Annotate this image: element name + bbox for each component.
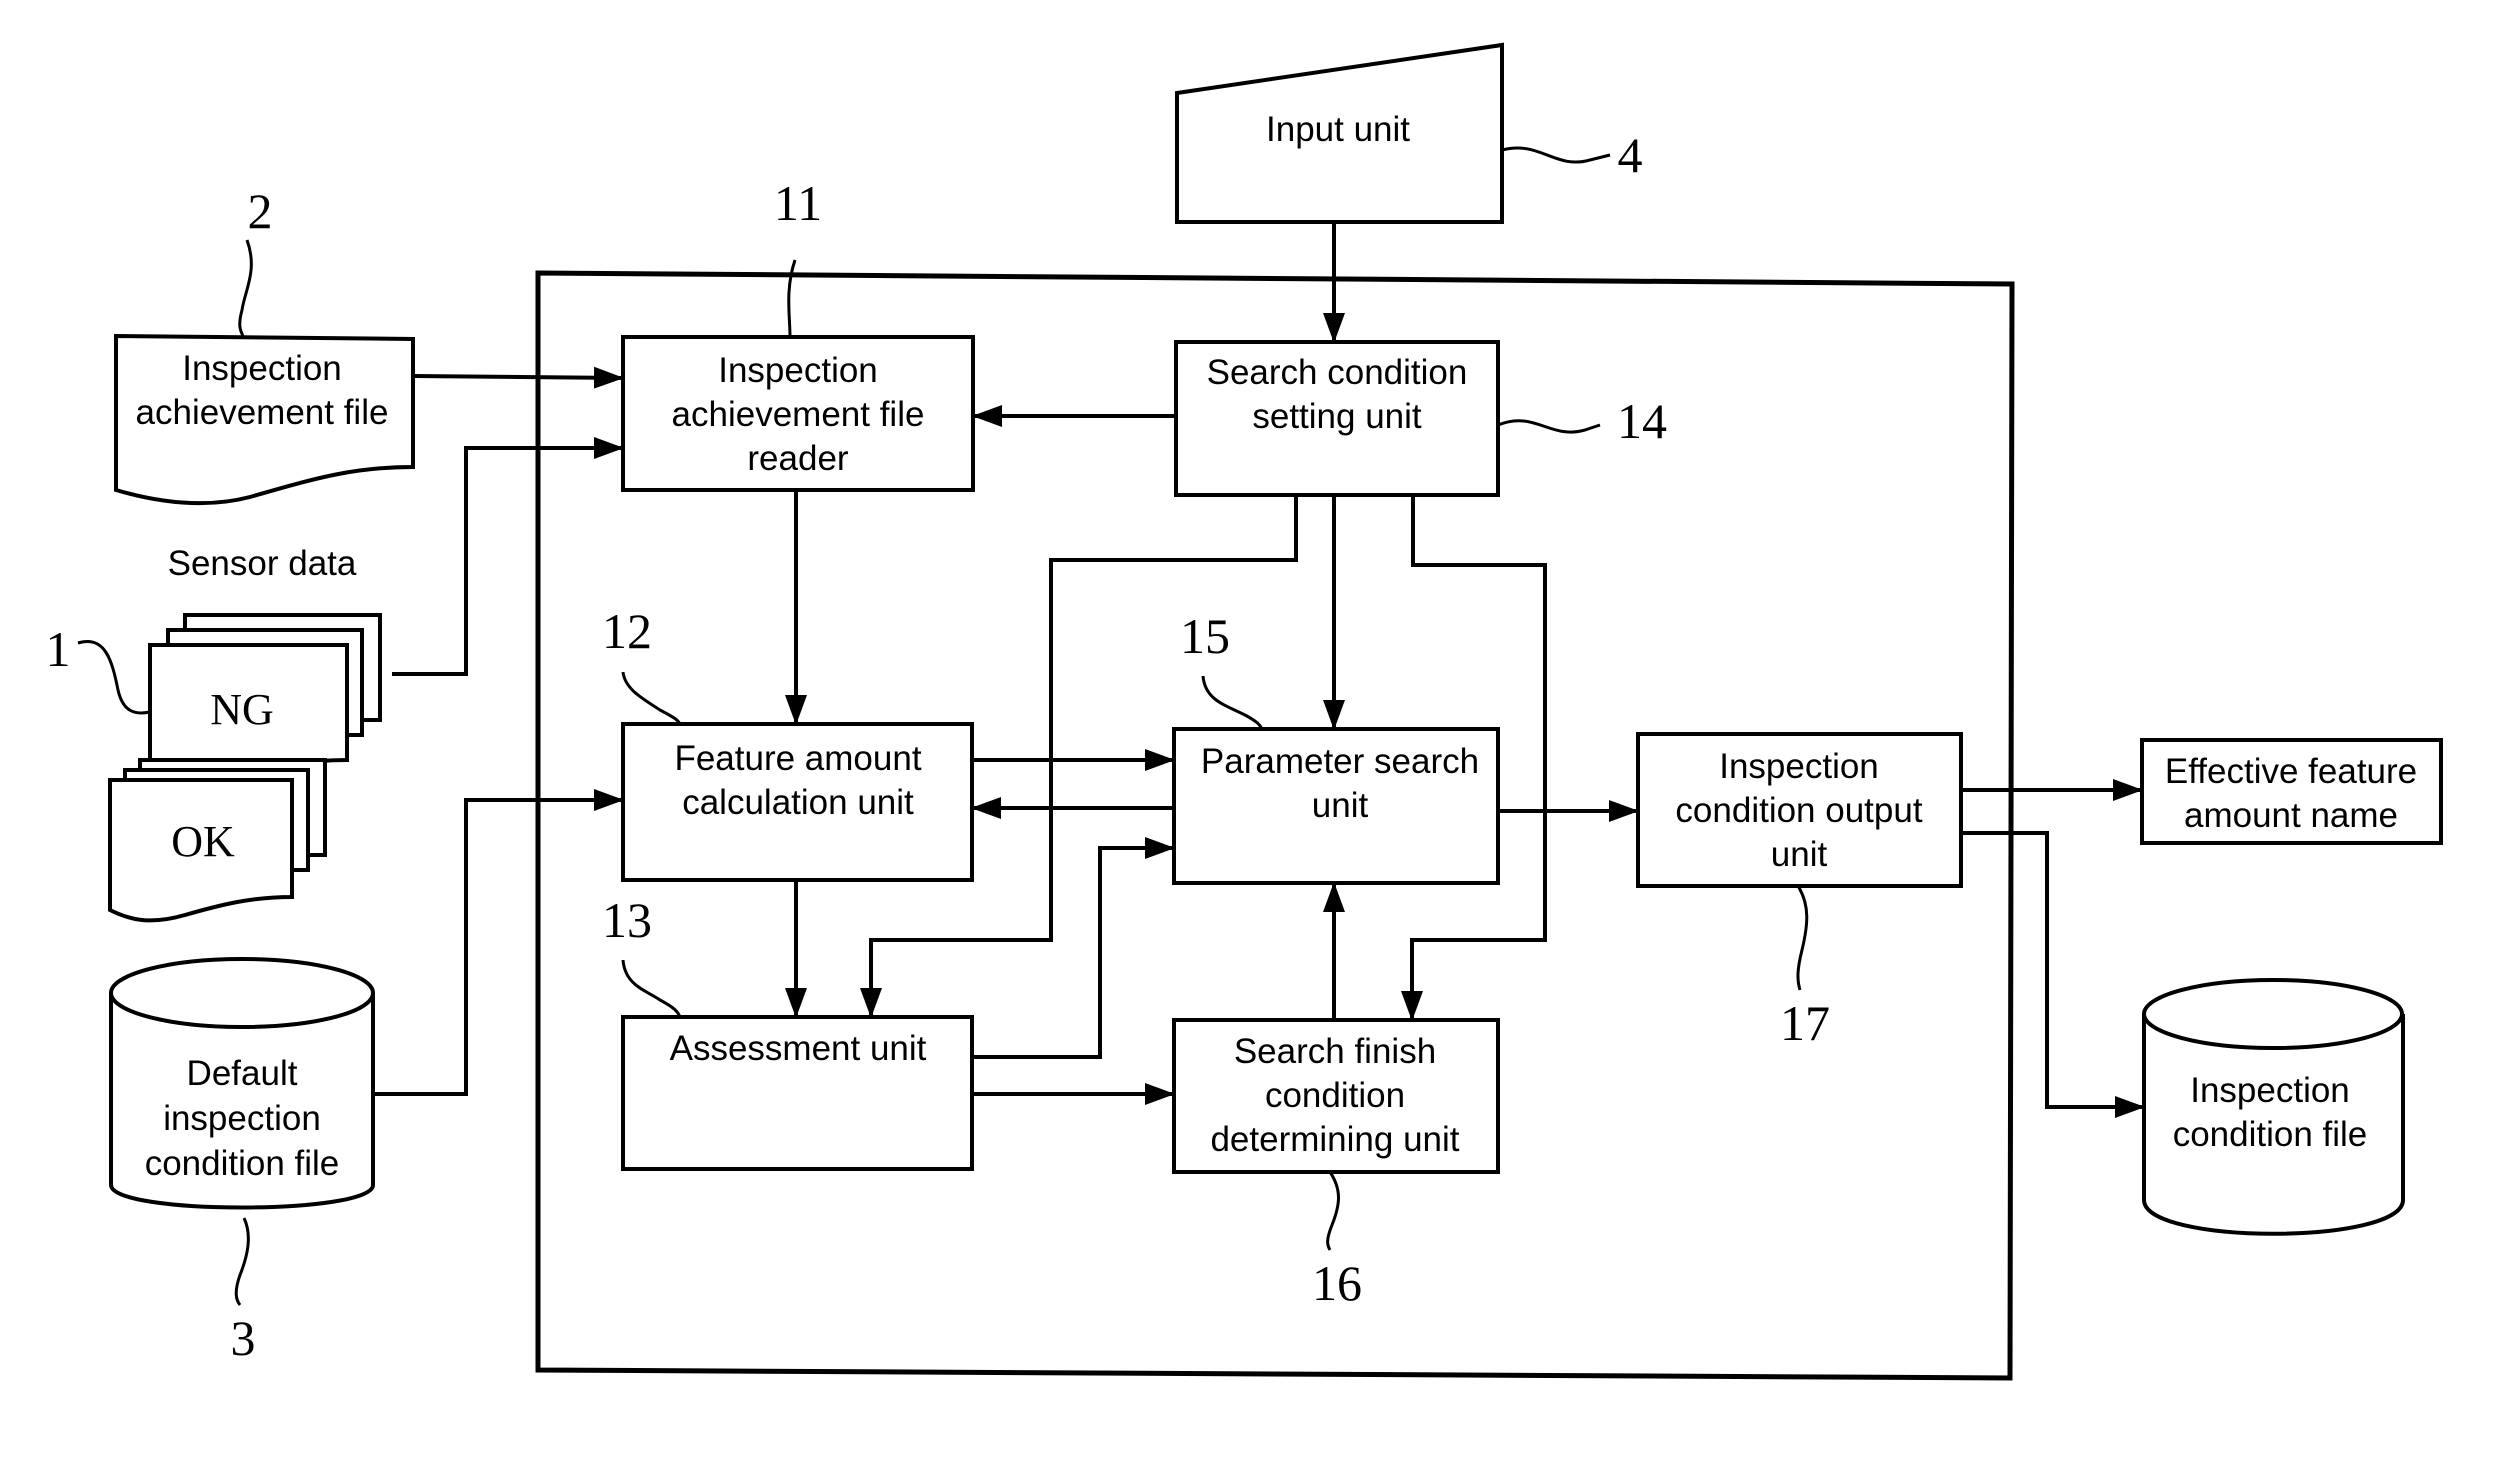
ref-number-14: 14 (1617, 393, 1667, 449)
unit-parameter-search: Parameter search unit (1172, 727, 1500, 885)
inspection-condition-file-line1: Inspection (2190, 1071, 2350, 1110)
unit-assessment: Assessment unit (621, 1015, 974, 1171)
search-condition-line2: setting unit (1252, 397, 1422, 436)
ref-number-12: 12 (602, 603, 652, 659)
ng-label: NG (210, 685, 274, 734)
ref-leader-14 (1497, 419, 1601, 434)
input-unit: Input unit (1175, 42, 1504, 224)
ref-number-4: 4 (1618, 127, 1643, 183)
unit-inspection-condition-output: Inspection condition output unit (1636, 732, 1963, 888)
effective-feature-line2: amount name (2184, 796, 2398, 835)
output-unit-line2: condition output (1675, 791, 1922, 830)
ref-number-11: 11 (774, 175, 822, 231)
sensor-data-caption: Sensor data (168, 544, 357, 583)
arrow-default-file-to-feature (373, 789, 624, 1096)
ref-leader-4 (1501, 146, 1611, 164)
ref-leader-13 (621, 959, 682, 1018)
arrow-output-to-inspection-condition-file (1961, 831, 2145, 1118)
default-inspection-condition-file: Default inspection condition file (109, 957, 375, 1210)
cylinder-top (2142, 978, 2404, 1050)
parameter-search-line1: Parameter search (1201, 742, 1479, 781)
ref-number-2: 2 (248, 183, 273, 239)
ref-leader-1 (77, 640, 151, 715)
search-finish-line1: Search finish (1234, 1032, 1436, 1071)
reader-line2: achievement file (672, 395, 925, 434)
unit-feature-amount-calculation: Feature amount calculation unit (621, 722, 974, 882)
output-unit-line3: unit (1771, 835, 1828, 874)
ref-leader-3 (234, 1217, 250, 1306)
feature-line2: calculation unit (682, 783, 914, 822)
output-effective-feature-amount-name: Effective feature amount name (2140, 738, 2443, 845)
inspection-achievement-file-line1: Inspection (182, 349, 342, 388)
output-unit-line1: Inspection (1719, 747, 1879, 786)
search-finish-line2: condition (1265, 1076, 1405, 1115)
ref-number-13: 13 (602, 892, 652, 948)
ref-number-3: 3 (231, 1310, 256, 1366)
default-file-line2: inspection (163, 1099, 321, 1138)
ref-leader-17 (1796, 885, 1809, 991)
ref-leader-16 (1326, 1171, 1340, 1251)
reader-line3: reader (747, 439, 849, 478)
inspection-achievement-file-line2: achievement file (136, 393, 389, 432)
arrow-sensor-data-to-reader (392, 437, 624, 676)
unit-search-finish: Search finish condition determining unit (1172, 1018, 1500, 1174)
arrow-achievement-file-to-reader (412, 366, 624, 389)
ref-leader-11 (787, 259, 797, 338)
input-unit-label: Input unit (1266, 110, 1410, 149)
parameter-search-line2: unit (1312, 786, 1369, 825)
ok-label: OK (171, 817, 235, 866)
unit-search-condition: Search condition setting unit (1174, 340, 1500, 497)
default-file-line3: condition file (145, 1144, 340, 1183)
search-condition-line1: Search condition (1207, 353, 1468, 392)
cylinder-top (109, 957, 375, 1029)
ref-number-17: 17 (1780, 995, 1830, 1051)
ref-number-1: 1 (46, 621, 71, 677)
feature-line1: Feature amount (674, 739, 921, 778)
ref-leader-12 (621, 671, 682, 725)
assessment-line1: Assessment unit (670, 1029, 927, 1068)
reader-line1: Inspection (718, 351, 878, 390)
output-inspection-condition-file: Inspection condition file (2142, 978, 2405, 1236)
ref-leader-2 (238, 239, 253, 337)
ref-number-15: 15 (1180, 608, 1230, 664)
inspection-condition-file-line2: condition file (2173, 1115, 2368, 1154)
block-diagram: Input unit 4 Inspection achievement file… (46, 42, 2443, 1381)
ref-number-16: 16 (1312, 1255, 1362, 1311)
unit-reader: Inspection achievement file reader (621, 335, 975, 492)
effective-feature-line1: Effective feature (2165, 752, 2417, 791)
inspection-achievement-file: Inspection achievement file (114, 333, 415, 506)
arrow-assessment-to-parameter-search (972, 837, 1175, 1059)
ref-leader-15 (1201, 675, 1264, 730)
default-file-line1: Default (187, 1054, 298, 1093)
sensor-data-ok-stack: OK (108, 758, 327, 923)
search-finish-line3: determining unit (1210, 1120, 1459, 1159)
